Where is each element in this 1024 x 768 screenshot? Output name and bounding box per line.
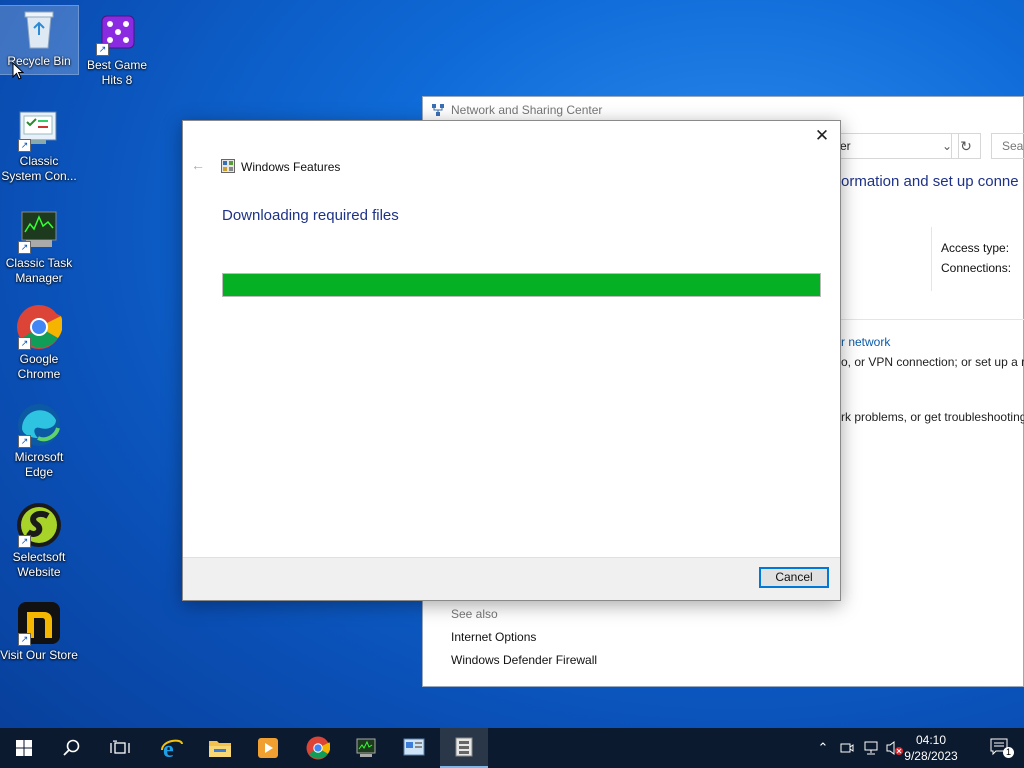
taskbar-control-panel[interactable] [390,728,438,768]
windows-features-dialog[interactable]: ✕ ← Windows Features Downloading require… [182,120,841,601]
media-player-icon [258,738,278,758]
download-progress-bar [222,273,821,297]
store-logo-icon: ↗ [16,600,62,646]
desktop-icon-label: Classic System Con... [1,154,77,183]
windows-features-icon [221,159,235,173]
see-also-heading: See also [451,607,498,621]
divider [841,319,1024,320]
desktop-icon-microsoft-edge[interactable]: ↗ Microsoft Edge [0,402,78,480]
clock-date: 9/28/2023 [904,749,958,763]
internet-options-link[interactable]: Internet Options [451,630,536,644]
chrome-icon: ↗ [16,304,63,350]
file-explorer-icon [209,741,231,757]
desktop-icon-label: Classic Task Manager [5,256,73,285]
desktop-icon-google-chrome[interactable]: ↗ Google Chrome [0,304,78,382]
notification-center-button[interactable]: 1 [990,738,1014,758]
taskbar-windows-features[interactable] [440,728,488,768]
refresh-button[interactable]: ↻ [951,133,981,159]
task-manager-icon [356,738,376,757]
taskbar-task-manager[interactable] [342,728,390,768]
shortcut-arrow-icon: ↗ [18,535,31,548]
taskbar-file-explorer[interactable] [196,728,244,768]
desktop-icon-label: Visit Our Store [0,648,78,662]
window-title-text: Network and Sharing Center [451,103,603,117]
setup-network-link[interactable]: r network [841,335,890,349]
divider [931,227,932,291]
network-icon [432,104,444,116]
window-title: Network and Sharing Center [431,103,602,117]
shortcut-arrow-icon: ↗ [18,139,31,152]
desktop-icon-label: Selectsoft Website [12,550,66,579]
taskbar-chrome[interactable] [294,728,342,768]
shortcut-arrow-icon: ↗ [18,435,31,448]
search-placeholder: Sear [1002,139,1024,153]
edge-icon: ↗ [16,402,62,448]
desktop-icon-selectsoft-website[interactable]: ↗ Selectsoft Website [0,502,78,580]
close-button[interactable]: ✕ [810,125,834,147]
dialog-title: Windows Features [241,160,341,174]
windows-start-icon [16,740,32,756]
mouse-cursor-icon [12,62,24,80]
cancel-button[interactable]: Cancel [759,567,829,588]
meet-now-icon [840,743,854,753]
internet-explorer-icon: e [161,737,183,760]
shortcut-arrow-icon: ↗ [96,43,109,56]
access-type-label: Access type: [941,241,1010,255]
shortcut-arrow-icon: ↗ [18,633,31,646]
desktop-icon-visit-our-store[interactable]: ↗ Visit Our Store [0,600,78,663]
notification-count: 1 [1003,747,1014,758]
refresh-icon: ↻ [960,138,972,154]
task-view-button[interactable] [96,728,144,768]
page-heading: ormation and set up conne [841,173,1019,190]
windows-features-icon [455,737,473,757]
desktop-icon-classic-system-control[interactable]: ↗ Classic System Con... [0,106,78,184]
show-hidden-icons-button[interactable]: ⌃ [812,728,834,768]
tray-meet-now[interactable] [836,728,858,768]
shortcut-arrow-icon: ↗ [18,241,31,254]
control-panel-icon: ↗ [16,106,62,152]
setup-network-description: o, or VPN connection; or set up a ro [841,355,1024,369]
dialog-footer: Cancel [183,557,840,600]
control-panel-icon [403,738,425,756]
desktop-icon-classic-task-manager[interactable]: ↗ Classic Task Manager [0,208,78,286]
dice-icon: ↗ [94,10,140,56]
chevron-up-icon: ⌃ [817,740,829,755]
troubleshoot-description: rk problems, or get troubleshooting [841,410,1024,424]
task-view-icon [110,740,130,754]
back-arrow-icon[interactable]: ← [191,157,205,173]
system-clock[interactable]: 04:10 9/28/2023 [896,732,966,764]
desktop-icon-label: Best Game Hits 8 [86,58,148,87]
desktop-icon-label: Microsoft Edge [14,450,64,479]
start-button[interactable] [0,728,48,768]
windows-defender-firewall-link[interactable]: Windows Defender Firewall [451,653,597,667]
close-icon: ✕ [814,126,830,145]
shortcut-arrow-icon: ↗ [18,337,31,350]
search-input[interactable]: Sear [991,133,1024,159]
connections-label: Connections: [941,261,1012,275]
search-icon [63,739,80,756]
desktop-icon-best-game-hits[interactable]: ↗ Best Game Hits 8 [78,10,156,88]
progress-fill [223,274,820,296]
address-bar[interactable]: er ⌄ [833,133,959,159]
taskbar: e ⌃ 04:10 9/28/2023 1 [0,728,1024,768]
search-button[interactable] [48,728,96,768]
recycle-bin-icon [16,6,62,52]
status-heading: Downloading required files [222,207,399,224]
task-manager-icon: ↗ [16,208,62,254]
tray-network[interactable] [860,728,882,768]
clock-time: 04:10 [915,733,947,747]
address-text: er [840,139,851,153]
desktop-icon-label: Google Chrome [17,352,61,381]
chrome-icon [306,736,330,760]
taskbar-media-player[interactable] [244,728,292,768]
selectsoft-logo-icon: ↗ [16,502,62,548]
taskbar-internet-explorer[interactable]: e [148,728,196,768]
network-icon [864,741,878,755]
